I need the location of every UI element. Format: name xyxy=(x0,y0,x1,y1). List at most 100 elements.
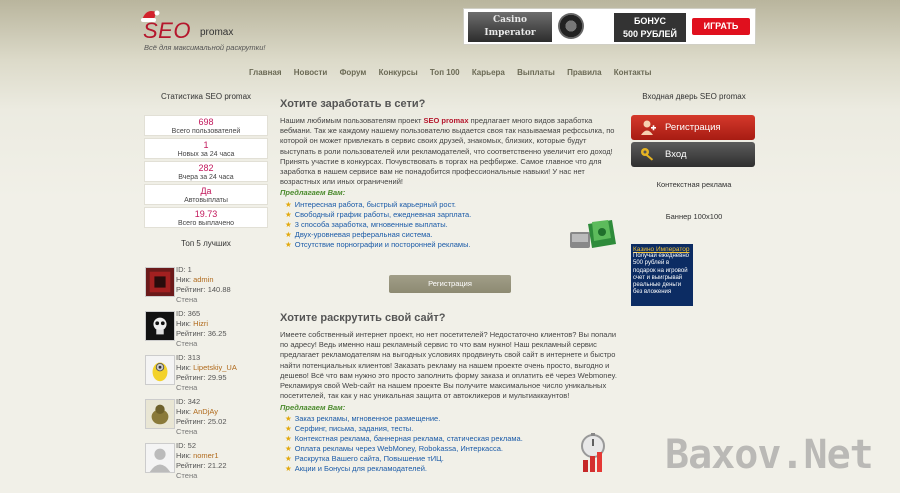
list-item: ★ Серфинг, письма, задания, тесты. xyxy=(285,424,523,434)
side-banner-ad[interactable]: Казино Император Получай ежедневно 500 р… xyxy=(631,244,693,306)
user-id: ID: 1 xyxy=(176,265,192,274)
stat-label: Всего пользователей xyxy=(171,128,241,135)
nav-item-contests[interactable]: Конкурсы xyxy=(379,68,418,77)
stopwatch-chart-icon xyxy=(581,433,605,472)
user-rating-row: Рейтинг: 29.95 xyxy=(176,373,237,383)
nav-item-forum[interactable]: Форум xyxy=(340,68,367,77)
key-icon xyxy=(641,148,654,161)
stat-autopayouts: Да Автовыплаты xyxy=(144,184,268,205)
banner-100-label[interactable]: Баннер 100x100 xyxy=(632,212,756,221)
casino-chip-icon xyxy=(558,13,584,39)
banner-casino-logo: Casino Imperator xyxy=(468,12,552,42)
earn-text-brand: SEO promax xyxy=(423,116,469,125)
avatar[interactable] xyxy=(145,443,175,473)
stat-value: 1 xyxy=(203,140,209,150)
user-nick-label: Ник: xyxy=(176,275,191,284)
user-rating-row: Рейтинг: 25.02 xyxy=(176,417,227,427)
add-user-icon xyxy=(641,120,656,135)
nav-item-top100[interactable]: Топ 100 xyxy=(430,68,460,77)
banner-play-button[interactable]: ИГРАТЬ xyxy=(692,18,750,35)
star-icon: ★ xyxy=(285,220,292,229)
logo-seo-text: SEO xyxy=(143,18,191,43)
avatar[interactable] xyxy=(145,399,175,429)
top-user: ID: 52 Ник: nomer1 Рейтинг: 21.22 Стена xyxy=(145,441,269,485)
top-user: ID: 1 Ник: admin Рейтинг: 140.88 Стена xyxy=(145,265,269,309)
list-item-text: Отсутствие порнографии и посторонней рек… xyxy=(294,240,471,249)
register-button[interactable]: Регистрация xyxy=(389,275,511,293)
user-rating: 25.02 xyxy=(207,417,227,426)
user-nick-label: Ник: xyxy=(176,319,191,328)
list-item: ★ Акции и Бонусы для рекламодателей. xyxy=(285,464,523,474)
nav-item-career[interactable]: Карьера xyxy=(472,68,505,77)
stat-value: Да xyxy=(200,186,212,196)
earn-text-post: предлагает много видов заработка вебмани… xyxy=(280,116,615,187)
user-wall-link[interactable]: Стена xyxy=(176,383,237,393)
earn-text: Нашим любимым пользователям проект SEO p… xyxy=(280,116,618,187)
user-nick-label: Ник: xyxy=(176,451,191,460)
earn-offer-title: Предлагаем Вам: xyxy=(280,188,346,197)
user-nick-row: Ник: admin xyxy=(176,275,231,285)
user-nick[interactable]: nomer1 xyxy=(193,451,218,460)
sidebar-login-button[interactable]: Вход xyxy=(631,142,755,167)
stat-total-paid: 19.73 Всего выплачено xyxy=(144,207,268,228)
user-id: ID: 342 xyxy=(176,397,201,406)
list-item-text: Оплата рекламы через WebMoney, Robokassa… xyxy=(294,444,503,453)
user-rating: 140.88 xyxy=(207,285,231,294)
user-nick-row: Ник: AnDjAy xyxy=(176,407,227,417)
user-rating-row: Рейтинг: 140.88 xyxy=(176,285,231,295)
stat-value: 19.73 xyxy=(194,209,218,219)
banner-bonus: БОНУС 500 РУБЛЕЙ xyxy=(614,13,686,42)
nav-item-home[interactable]: Главная xyxy=(249,68,282,77)
star-icon: ★ xyxy=(285,200,292,209)
list-item-text: Акции и Бонусы для рекламодателей. xyxy=(294,464,427,473)
star-icon: ★ xyxy=(285,454,292,463)
user-nick-label: Ник: xyxy=(176,363,191,372)
list-item: ★ Заказ рекламы, мгновенное размещение. xyxy=(285,414,523,424)
star-icon: ★ xyxy=(285,444,292,453)
user-id: ID: 52 xyxy=(176,441,197,450)
top-banner-ad[interactable]: Casino Imperator БОНУС 500 РУБЛЕЙ ИГРАТЬ xyxy=(463,8,756,45)
top5-title: Топ 5 лучших xyxy=(181,239,231,248)
promo-list: ★ Заказ рекламы, мгновенное размещение. ★… xyxy=(285,414,523,474)
logo[interactable]: SEO promax Всё для максимальной раскрутк… xyxy=(140,6,300,52)
star-icon: ★ xyxy=(285,434,292,443)
logo-promax-text: promax xyxy=(200,27,234,38)
context-ads-label[interactable]: Контекстная реклама xyxy=(632,180,756,189)
star-icon: ★ xyxy=(285,414,292,423)
stat-yesterday: 282 Вчера за 24 часа xyxy=(144,161,268,182)
nav-item-contacts[interactable]: Контакты xyxy=(614,68,652,77)
banner-bonus-line1: БОНУС xyxy=(633,16,667,26)
avatar[interactable] xyxy=(145,355,175,385)
nav-item-rules[interactable]: Правила xyxy=(567,68,601,77)
user-nick[interactable]: Lipetskiy_UA xyxy=(193,363,237,372)
sidebar-register-label: Регистрация xyxy=(665,122,721,133)
user-info: ID: 342 Ник: AnDjAy Рейтинг: 25.02 Стена xyxy=(176,397,227,437)
login-box-title: Входная дверь SEO promax xyxy=(642,92,746,101)
nav-item-news[interactable]: Новости xyxy=(294,68,328,77)
list-item: ★ 3 способа заработка, мгновенные выплаты… xyxy=(285,220,471,230)
user-rating-row: Рейтинг: 36.25 xyxy=(176,329,227,339)
main-nav: Главная Новости Форум Конкурсы Топ 100 К… xyxy=(249,68,661,77)
star-icon: ★ xyxy=(285,240,292,249)
user-id: ID: 365 xyxy=(176,309,201,318)
user-rating-label: Рейтинг: xyxy=(176,285,206,294)
user-nick[interactable]: AnDjAy xyxy=(193,407,218,416)
nav-item-payouts[interactable]: Выплаты xyxy=(517,68,555,77)
sidebar-register-button[interactable]: Регистрация xyxy=(631,115,755,140)
user-wall-link[interactable]: Стена xyxy=(176,471,227,481)
stat-new-24h: 1 Новых за 24 часа xyxy=(144,138,268,159)
promo-title: Хотите раскрутить свой сайт? xyxy=(280,312,446,324)
avatar[interactable] xyxy=(145,311,175,341)
top-user: ID: 313 Ник: Lipetskiy_UA Рейтинг: 29.95… xyxy=(145,353,269,397)
stat-total-users: 698 Всего пользователей xyxy=(144,115,268,136)
list-item: ★ Двух-уровневая реферальная система. xyxy=(285,230,471,240)
user-wall-link[interactable]: Стена xyxy=(176,427,227,437)
user-info: ID: 1 Ник: admin Рейтинг: 140.88 Стена xyxy=(176,265,231,305)
user-nick[interactable]: admin xyxy=(193,275,213,284)
user-wall-link[interactable]: Стена xyxy=(176,339,227,349)
list-item-text: Серфинг, письма, задания, тесты. xyxy=(294,424,414,433)
user-wall-link[interactable]: Стена xyxy=(176,295,231,305)
avatar[interactable] xyxy=(145,267,175,297)
user-nick[interactable]: Hizri xyxy=(193,319,208,328)
list-item: ★ Интересная работа, быстрый карьерный ро… xyxy=(285,200,471,210)
